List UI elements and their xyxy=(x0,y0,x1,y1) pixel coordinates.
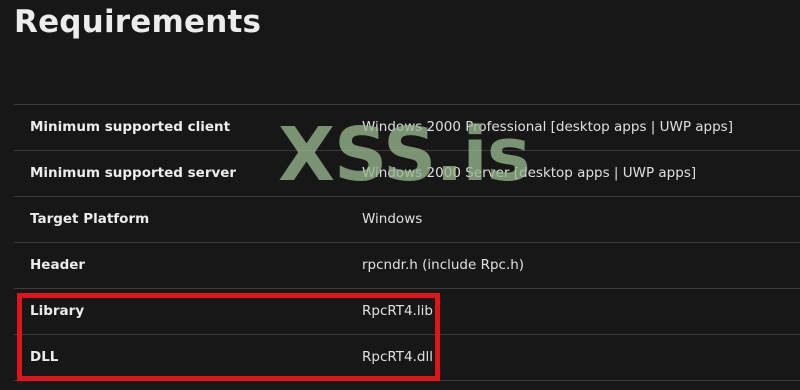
row-value: Windows 2000 Professional [desktop apps … xyxy=(362,119,733,135)
table-row: Target Platform Windows xyxy=(14,197,800,243)
row-label: Minimum supported client xyxy=(30,119,231,135)
table-row: Minimum supported server Windows 2000 Se… xyxy=(14,151,800,197)
requirements-page: Requirements Minimum supported client Wi… xyxy=(0,0,800,390)
page-title: Requirements xyxy=(14,4,262,40)
row-label: Minimum supported server xyxy=(30,165,237,181)
row-label: Target Platform xyxy=(30,211,150,227)
row-value: Windows 2000 Server [desktop apps | UWP … xyxy=(362,165,697,181)
row-value: rpcndr.h (include Rpc.h) xyxy=(362,257,525,273)
row-label: Header xyxy=(30,257,86,273)
table-row: Header rpcndr.h (include Rpc.h) xyxy=(14,243,800,289)
highlight-box xyxy=(17,293,440,381)
row-value: Windows xyxy=(362,211,423,227)
table-row: Minimum supported client Windows 2000 Pr… xyxy=(14,105,800,151)
